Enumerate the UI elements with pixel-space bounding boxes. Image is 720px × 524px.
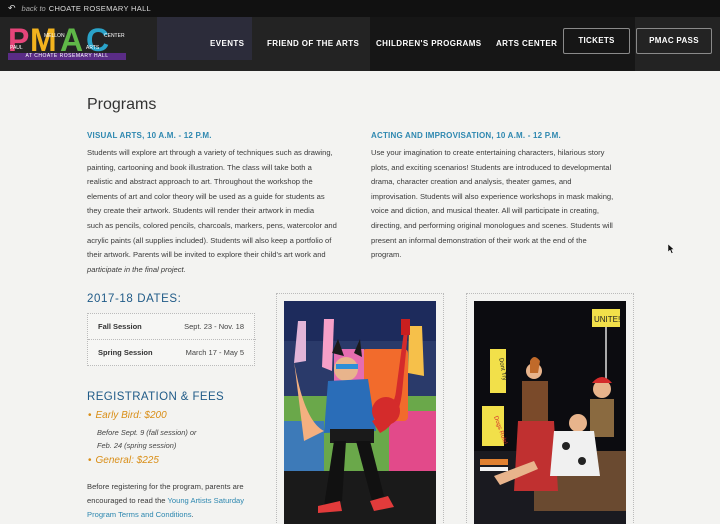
registration-heading: REGISTRATION & FEES	[87, 391, 225, 403]
nav-events[interactable]: EVENTS	[210, 34, 244, 54]
main-nav: P M A C PAUL MELLON ARTS CENTER AT CHOAT…	[0, 17, 720, 71]
photo-frame-acting: UNITE! Dont Try Dogs Rule!	[466, 293, 634, 524]
dates-table: Fall Session Sept. 23 - Nov. 18 Spring S…	[87, 313, 256, 366]
guitar-performer-illustration	[284, 301, 436, 524]
logo-tagline: AT CHOATE ROSEMARY HALL	[8, 53, 126, 60]
registration-text: encouraged to read the	[87, 496, 166, 505]
guitar-performer-photo	[284, 301, 436, 524]
logo-letter-a: A	[60, 22, 83, 58]
acting-line: Use your imagination to create entertain…	[371, 148, 605, 157]
dates-row-value: March 17 - May 5	[185, 348, 244, 357]
acting-description: Use your imagination to create entertain…	[371, 146, 646, 263]
acting-line: drama, character creation and analysis, …	[371, 177, 572, 187]
visual-arts-heading: VISUAL ARTS, 10 A.M. - 12 P.M.	[87, 131, 212, 140]
mouse-cursor-icon	[668, 244, 675, 254]
tickets-button[interactable]: TICKETS	[563, 28, 630, 54]
registration-line: Program Terms and Conditions.	[87, 508, 257, 522]
early-bird-note: Feb. 24 (spring session)	[97, 441, 177, 450]
top-bar: ↶ back to CHOATE ROSEMARY HALL	[0, 0, 720, 17]
visual-arts-description: Students will explore art through a vari…	[87, 146, 362, 277]
early-bird-label: Early Bird: $200	[95, 410, 167, 421]
acting-heading: ACTING AND IMPROVISATION, 10 A.M. - 12 P…	[371, 131, 561, 140]
logo-letter-m: M	[30, 22, 57, 58]
photo-frame-visual-arts	[276, 293, 444, 524]
early-bird-note: Before Sept. 9 (fall session) or	[97, 428, 197, 437]
early-bird-fee: • Early Bird: $200	[88, 410, 167, 421]
back-to-link[interactable]: CHOATE ROSEMARY HALL	[49, 4, 151, 13]
general-fee: • General: $225	[88, 455, 159, 466]
acting-line: program.	[371, 250, 402, 260]
dates-row-label: Spring Session	[98, 348, 153, 357]
logo-word-center: CENTER	[104, 33, 125, 39]
sign-text: UNITE!	[594, 315, 620, 324]
acting-line: improvisation. Students will also experi…	[371, 191, 614, 201]
back-to-prefix[interactable]: back to	[22, 4, 46, 13]
visual-arts-line: painting, cartooning and book illustrati…	[87, 162, 312, 172]
visual-arts-line: participate in the final project.	[87, 264, 186, 274]
registration-line: Before registering for the program, pare…	[87, 482, 244, 491]
nav-arts-center[interactable]: ARTS CENTER	[496, 34, 557, 54]
registration-text: .	[191, 510, 194, 519]
pmac-pass-button[interactable]: PMAC PASS	[636, 28, 712, 54]
dates-heading: 2017-18 DATES:	[87, 293, 182, 305]
dates-row-value: Sept. 23 - Nov. 18	[184, 322, 244, 331]
acting-line: present an informal demonstration of the…	[371, 235, 587, 245]
registration-paragraph: Before registering for the program, pare…	[87, 480, 257, 522]
acting-line: directing, and performing original monol…	[371, 220, 613, 230]
acting-line: plots, and exciting scenarios! Students …	[371, 162, 612, 172]
terms-link[interactable]: Program Terms and Conditions	[87, 510, 192, 519]
logo-word-paul: PAUL	[10, 45, 23, 51]
dates-row: Spring Session March 17 - May 5	[88, 340, 256, 366]
nav-childrens-programs[interactable]: CHILDREN'S PROGRAMS	[376, 34, 482, 54]
general-fee-label: General: $225	[95, 455, 159, 466]
visual-arts-line: they create their artwork. Students will…	[87, 206, 315, 216]
acting-line: voice and diction, and musical theater. …	[371, 206, 599, 216]
bullet-icon: •	[88, 410, 92, 421]
visual-arts-line: Students will explore art through a vari…	[87, 148, 333, 157]
theater-performance-illustration: UNITE! Dont Try Dogs Rule!	[474, 301, 626, 524]
page-title: Programs	[87, 96, 157, 113]
registration-line: encouraged to read the Young Artists Sat…	[87, 494, 257, 508]
theater-performance-photo: UNITE! Dont Try Dogs Rule!	[474, 301, 626, 524]
logo-word-arts: ARTS	[86, 45, 100, 51]
visual-arts-line: acrylic paints (all supplies included). …	[87, 235, 332, 245]
visual-arts-line: realistic and abstract approach to art. …	[87, 177, 313, 187]
logo-word-mellon: MELLON	[44, 33, 65, 39]
dates-row-label: Fall Session	[98, 322, 142, 331]
visual-arts-line: their artwork. Parents will be invited t…	[87, 250, 326, 260]
back-arrow-icon[interactable]: ↶	[8, 4, 16, 13]
nav-friend-of-the-arts[interactable]: FRIEND OF THE ARTS	[267, 34, 359, 54]
pmac-logo[interactable]: P M A C PAUL MELLON ARTS CENTER AT CHOAT…	[8, 22, 126, 60]
dates-row: Fall Session Sept. 23 - Nov. 18	[88, 314, 256, 340]
bullet-icon: •	[88, 455, 92, 466]
visual-arts-line: elements of art and color theory will be…	[87, 191, 325, 201]
terms-link[interactable]: Young Artists Saturday	[168, 496, 245, 505]
visual-arts-line: such as pencils, colored pencils, charco…	[87, 220, 337, 230]
